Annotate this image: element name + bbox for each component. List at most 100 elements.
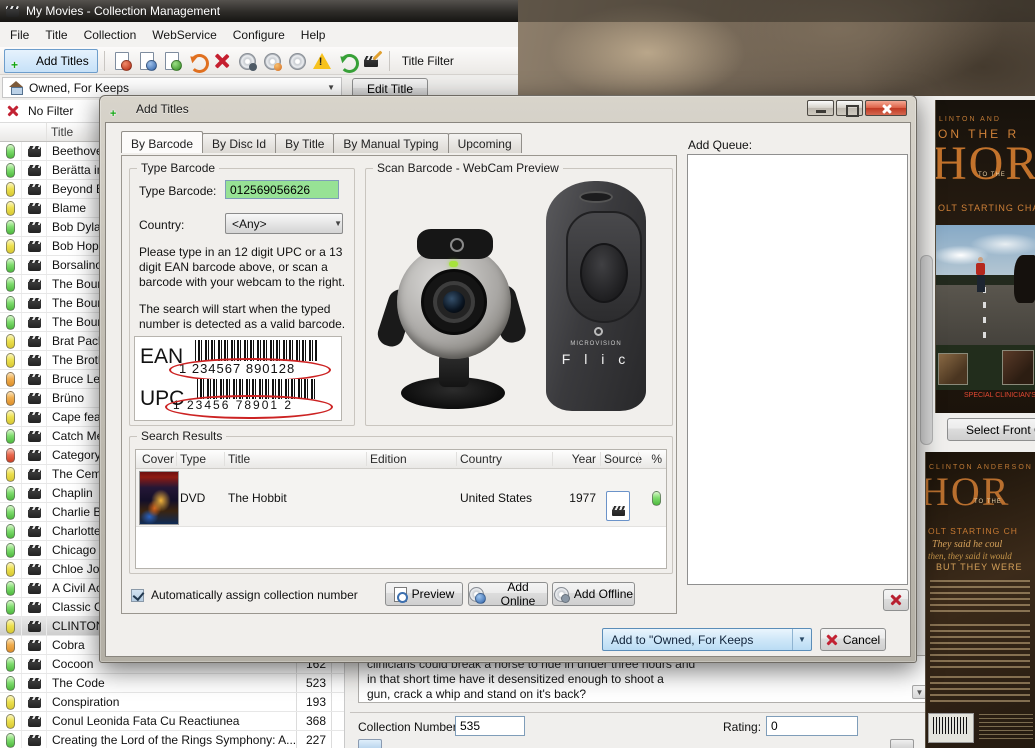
background-scrollbar[interactable] (920, 255, 933, 445)
dialog-maximize-button[interactable] (836, 100, 863, 116)
result-percent-pill-icon (652, 491, 661, 506)
disc-user-icon[interactable] (261, 50, 283, 72)
import-disc-icon[interactable] (161, 50, 183, 72)
save-disc-icon[interactable] (136, 50, 158, 72)
barcode-example-image: EAN 1 234567 890128 UPC 1 23456 78901 2 (134, 336, 342, 421)
movie-icon (28, 450, 41, 461)
movie-icon (28, 393, 41, 404)
movie-icon (28, 203, 41, 214)
refresh-icon[interactable] (336, 50, 358, 72)
select-front-cover-button[interactable]: Select Front C (947, 418, 1035, 441)
result-country: United States (460, 491, 532, 505)
movie-icon (28, 659, 41, 670)
status-pill-icon (6, 239, 15, 254)
movie-icon (28, 564, 41, 575)
menu-item[interactable]: File (2, 24, 37, 46)
result-title: The Hobbit (228, 491, 287, 505)
status-pill-icon (6, 429, 15, 444)
tab[interactable]: Upcoming (448, 133, 522, 153)
menu-item[interactable]: Title (37, 24, 75, 46)
preview-button[interactable]: Preview (385, 582, 463, 606)
menu-item[interactable]: Configure (225, 24, 293, 46)
app-icon (6, 6, 19, 17)
title-list-row[interactable]: Conspiration 193 (0, 693, 344, 712)
movie-icon (28, 241, 41, 252)
collection-number-cell: 193 (296, 693, 332, 711)
dialog-close-button[interactable] (865, 100, 907, 116)
auto-assign-checkbox[interactable] (131, 589, 144, 602)
delete-title-icon[interactable] (211, 50, 233, 72)
status-pill-icon (6, 695, 15, 710)
add-offline-button[interactable]: Add Offline (552, 582, 635, 606)
status-pill-icon (6, 619, 15, 634)
tab[interactable]: By Title (275, 133, 334, 153)
warning-icon[interactable] (311, 50, 333, 72)
status-pill-icon (6, 543, 15, 558)
result-cover-thumbnail (139, 471, 179, 525)
country-select[interactable]: <Any> ▼ (225, 213, 343, 234)
status-pill-icon (6, 353, 15, 368)
status-pill-icon (6, 448, 15, 463)
title-list-row[interactable]: The Code 523 (0, 674, 344, 693)
menu-item[interactable]: Help (293, 24, 334, 46)
rating-input[interactable] (766, 716, 858, 736)
tab[interactable]: By Barcode (121, 131, 203, 153)
barcode-input[interactable] (225, 180, 339, 199)
scan-barcode-group: Scan Barcode - WebCam Preview MICROVISIO… (365, 168, 673, 426)
clipped-button[interactable] (890, 739, 914, 748)
dialog-minimize-button[interactable] (807, 100, 834, 116)
result-year: 1977 (556, 491, 596, 505)
status-pill-icon (6, 505, 15, 520)
title-cell: The Code (47, 674, 296, 692)
disc-icon[interactable] (286, 50, 308, 72)
menu-item[interactable]: WebService (144, 24, 224, 46)
result-type: DVD (180, 491, 205, 505)
home-icon (9, 81, 23, 94)
dialog-titlebar[interactable]: + Add Titles (100, 96, 916, 122)
disc-sync-icon[interactable] (236, 50, 258, 72)
screen: My Movies - Collection Management File T… (0, 0, 1035, 748)
movie-icon (28, 317, 41, 328)
tab[interactable]: By Manual Typing (333, 133, 448, 153)
add-queue-listbox[interactable] (687, 154, 908, 585)
status-pill-icon (6, 714, 15, 729)
clipped-button[interactable] (358, 739, 382, 748)
add-online-button[interactable]: Add Online (468, 582, 548, 606)
movie-icon (28, 355, 41, 366)
movie-icon (28, 431, 41, 442)
title-list-row[interactable]: Creating the Lord of the Rings Symphony:… (0, 731, 344, 748)
remove-from-queue-button[interactable] (883, 589, 909, 611)
edit-clapper-icon[interactable] (361, 50, 383, 72)
remove-icon (890, 594, 902, 606)
movie-icon (28, 412, 41, 423)
movie-icon (28, 260, 41, 271)
cancel-button[interactable]: Cancel (820, 628, 886, 651)
title-list-row[interactable]: Conul Leonida Fata Cu Reactiunea 368 (0, 712, 344, 731)
tab[interactable]: By Disc Id (202, 133, 276, 153)
movie-icon (28, 716, 41, 727)
movie-icon (28, 298, 41, 309)
search-result-row[interactable]: DVD The Hobbit United States 1977 (136, 469, 666, 527)
toolbar-separator (104, 51, 105, 71)
status-pill-icon (6, 334, 15, 349)
search-results-header[interactable]: Cover Type Title Edition Country Year So… (136, 450, 666, 469)
webcam-image (381, 217, 526, 417)
clear-filter-icon (7, 105, 19, 117)
background-cover-blur (518, 0, 1035, 96)
status-pill-icon (6, 315, 15, 330)
chevron-down-icon: ▼ (327, 83, 335, 92)
auto-assign-row: Automatically assign collection number (131, 588, 358, 602)
add-to-collection-dropdown[interactable]: Add to "Owned, For Keeps ▼ (602, 628, 812, 651)
reload-disc-icon[interactable] (186, 50, 208, 72)
collection-number-cell: 368 (296, 712, 332, 730)
status-pill-icon (6, 657, 15, 672)
status-pill-icon (6, 391, 15, 406)
menu-item[interactable]: Collection (76, 24, 145, 46)
movie-icon (28, 621, 41, 632)
add-disc-from-web-icon[interactable] (111, 50, 133, 72)
movie-icon (28, 374, 41, 385)
collection-number-cell: 523 (296, 674, 332, 692)
add-titles-button[interactable]: + Add Titles (4, 49, 98, 73)
title-cell: Conul Leonida Fata Cu Reactiunea (47, 712, 296, 730)
collection-number-input[interactable] (455, 716, 525, 736)
